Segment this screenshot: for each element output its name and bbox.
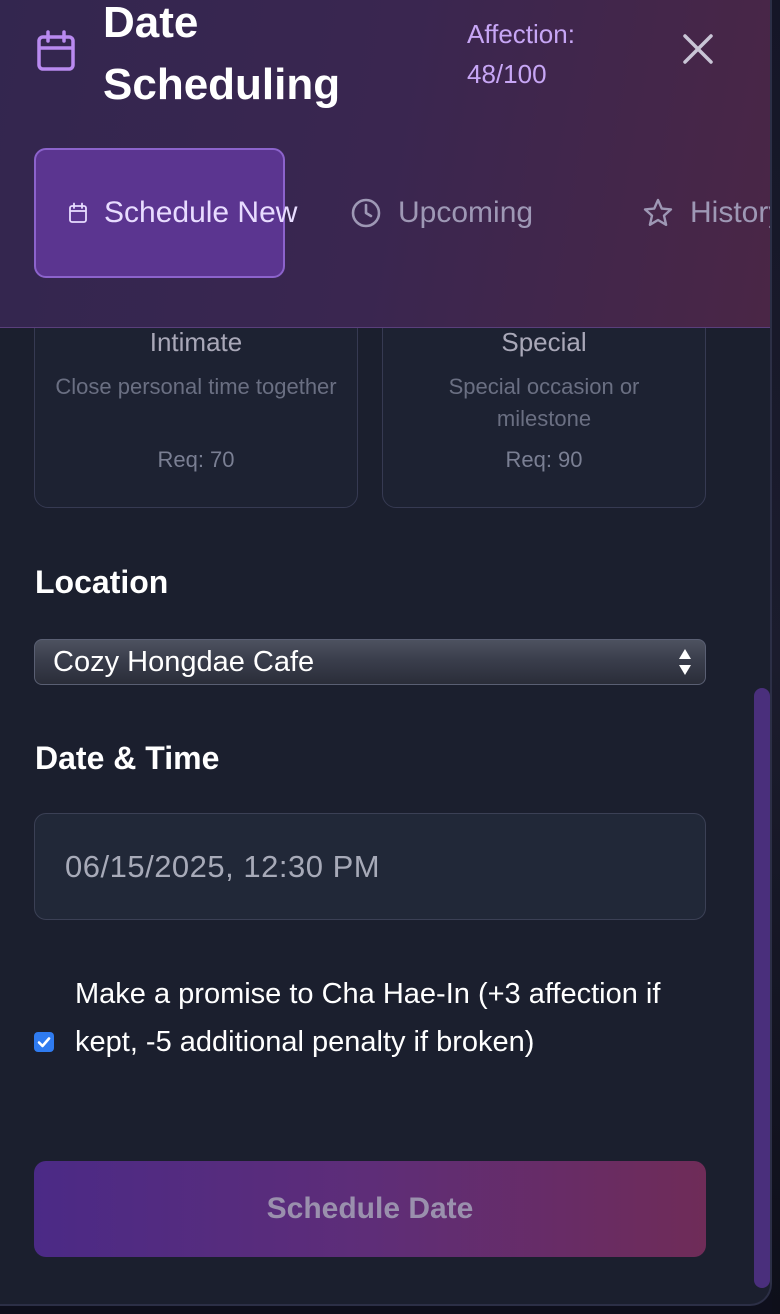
close-icon[interactable] xyxy=(672,26,724,74)
datetime-input[interactable]: 06/15/2025, 12:30 PM xyxy=(34,813,706,920)
tab-label: Upcoming xyxy=(398,196,534,229)
promise-label: Make a promise to Cha Hae-In (+3 affecti… xyxy=(75,978,661,1058)
date-type-requirement: Req: 70 xyxy=(157,447,235,472)
modal-header: Date Scheduling Affection: 48/100 Schedu… xyxy=(0,0,770,328)
date-type-description: Special occasion or milestone xyxy=(448,374,640,431)
calendar-icon xyxy=(69,202,87,223)
location-label: Location xyxy=(35,564,169,600)
datetime-label: Date & Time xyxy=(35,740,220,776)
affection-meter: Affection: 48/100 xyxy=(467,19,575,89)
select-arrows-icon xyxy=(679,649,691,675)
date-type-description: Close personal time together xyxy=(55,374,337,399)
schedule-date-button[interactable]: Schedule Date xyxy=(34,1161,706,1257)
location-select[interactable]: Cozy Hongdae Cafe xyxy=(34,639,706,685)
date-scheduling-modal: Intimate Close personal time together Re… xyxy=(0,0,772,1306)
date-type-title: Special xyxy=(501,327,587,357)
tab-upcoming[interactable]: Upcoming xyxy=(350,148,590,278)
page-title: Date Scheduling xyxy=(103,0,341,109)
tab-schedule-new[interactable]: Schedule New xyxy=(34,148,298,278)
checkmark-icon xyxy=(37,1037,51,1048)
date-type-title: Intimate xyxy=(149,327,243,357)
location-selected-value: Cozy Hongdae Cafe xyxy=(53,646,315,678)
star-icon xyxy=(643,198,673,226)
scrollbar-thumb[interactable] xyxy=(754,688,770,1288)
clock-icon xyxy=(351,198,381,228)
background-edge xyxy=(772,0,780,1314)
tab-label: Schedule New xyxy=(104,196,298,229)
promise-checkbox[interactable] xyxy=(34,1032,54,1052)
tab-history[interactable]: History xyxy=(642,148,770,278)
calendar-icon xyxy=(37,30,75,71)
tab-label: History xyxy=(690,196,770,229)
date-type-requirement: Req: 90 xyxy=(505,447,583,472)
